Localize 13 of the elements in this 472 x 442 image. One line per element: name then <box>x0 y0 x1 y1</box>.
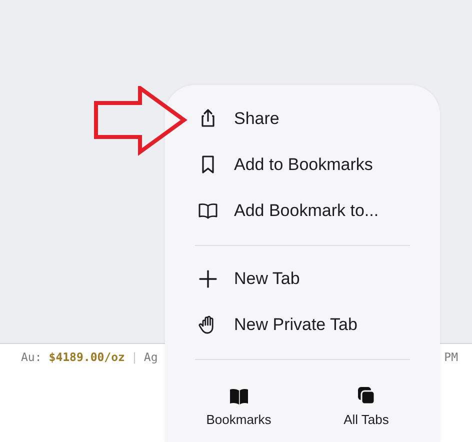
separator: | <box>130 350 138 364</box>
menu-item[interactable]: Add Bookmark to... <box>165 188 426 234</box>
plus-icon <box>197 268 219 290</box>
menu-item[interactable]: New Tab <box>165 256 426 302</box>
menu-item[interactable]: Add to Bookmarks <box>165 142 426 188</box>
metal-label: Au: <box>21 350 42 364</box>
menu-item[interactable]: Share <box>165 96 426 142</box>
price-text: $4189.00/oz <box>48 350 125 364</box>
time-text: PM <box>444 350 458 364</box>
toolbar-button[interactable]: All Tabs <box>302 381 430 431</box>
metal-label: Ag <box>144 350 158 364</box>
menu-item[interactable]: New Private Tab <box>165 302 426 348</box>
toolbar-button[interactable]: Bookmarks <box>175 381 302 431</box>
